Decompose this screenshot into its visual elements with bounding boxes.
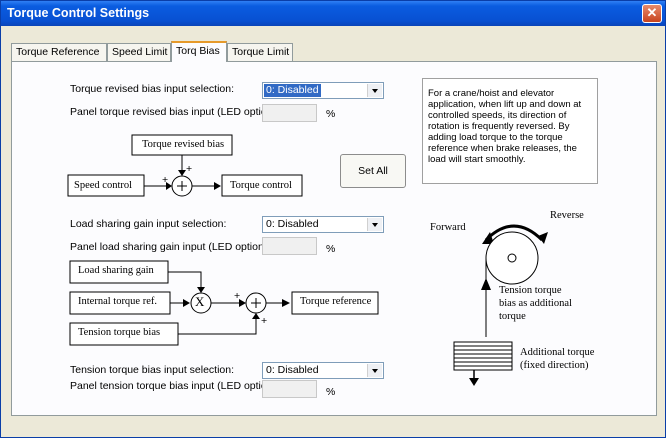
plus-sign-b: +: [261, 315, 268, 327]
load-weight-icon: [453, 341, 513, 371]
plus-sign-left: +: [162, 174, 169, 186]
tab-torque-reference[interactable]: Torque Reference: [11, 43, 107, 61]
plus-sign-top: +: [186, 163, 193, 175]
torque-control-text: Torque control: [230, 180, 292, 191]
reverse-text: Reverse: [550, 210, 584, 221]
speed-control-text: Speed control: [74, 180, 133, 191]
internal-torque-text: Internal torque ref.: [78, 296, 158, 307]
down-arrow: [469, 378, 479, 386]
tab-panel: Torque revised bias input selection: 0: …: [11, 61, 657, 416]
revised-bias-text: Torque revised bias: [142, 139, 225, 150]
tab-speed-limit[interactable]: Speed Limit: [107, 43, 171, 61]
load-sharing-value: 0: Disabled: [266, 218, 319, 230]
window-title: Torque Control Settings: [7, 6, 150, 20]
tension-unit: %: [326, 386, 336, 398]
tension-bias-text: Tension torque bias: [78, 327, 161, 338]
forward-text: Forward: [430, 222, 466, 233]
title-bar: Torque Control Settings ✕: [1, 1, 665, 26]
chevron-down-icon[interactable]: [367, 218, 382, 231]
speed-torque-diagram: [67, 134, 303, 197]
tension-label: Tension torque bias input selection:: [70, 364, 235, 376]
torque-reference-text: Torque reference: [300, 296, 372, 307]
load-sharing-select[interactable]: 0: Disabled: [262, 216, 384, 233]
chevron-down-icon[interactable]: [367, 364, 382, 377]
tension-panel-input[interactable]: [262, 380, 317, 398]
reverse-arrowhead: [538, 232, 548, 244]
tab-torque-limit[interactable]: Torque Limit: [227, 43, 293, 61]
tension-value: 0: Disabled: [266, 364, 319, 376]
additional-text-1: Additional torque: [520, 347, 595, 358]
tab-torq-bias[interactable]: Torq Bias: [171, 41, 227, 62]
tension-select[interactable]: 0: Disabled: [262, 362, 384, 379]
close-button[interactable]: ✕: [642, 4, 662, 23]
set-all-button[interactable]: Set All: [340, 154, 406, 188]
tension-text-2: bias as additional: [499, 298, 572, 309]
tension-panel-label: Panel tension torque bias input (LED opt…: [70, 380, 279, 392]
load-sharing-label: Load sharing gain input selection:: [70, 218, 227, 230]
plus-sign-a: +: [234, 290, 241, 302]
tension-text-3: torque: [499, 311, 526, 322]
multiply-sign: X: [195, 294, 205, 309]
load-sharing-gain-text: Load sharing gain: [78, 265, 154, 276]
tension-text-1: Tension torque: [499, 285, 562, 296]
tension-up-arrow: [481, 278, 491, 290]
additional-text-2: (fixed direction): [520, 360, 589, 371]
info-box: For a crane/hoist and elevator applicati…: [422, 78, 598, 184]
dialog-window: Torque Control Settings ✕ Torque Referen…: [0, 0, 666, 438]
